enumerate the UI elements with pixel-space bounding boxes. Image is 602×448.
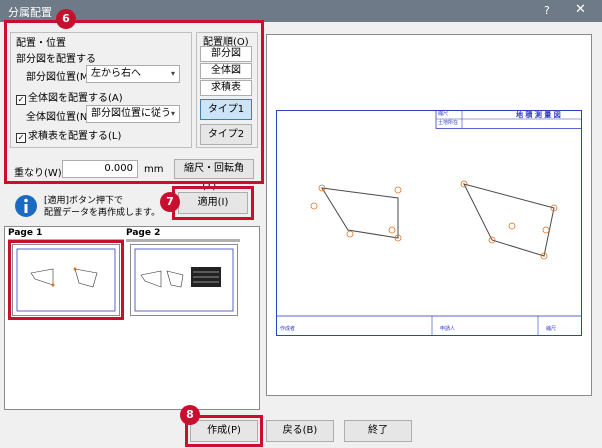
preview-footer-cell-3: 縮尺 <box>546 326 557 332</box>
title-bar: 分属配置 ? ✕ <box>0 0 602 22</box>
badge-6: 6 <box>56 9 76 29</box>
page-2-thumbnail[interactable] <box>130 244 238 316</box>
preview-header-cell-1: 縮尺 <box>438 111 449 117</box>
highlight-frame-7 <box>172 186 254 220</box>
preview-title: 地 積 測 量 図 <box>516 111 561 119</box>
help-button[interactable]: ? <box>544 4 550 17</box>
preview-header-cell-2: 土地所在 <box>438 120 459 126</box>
info-line-2: 配置データを再作成します。 <box>44 208 161 218</box>
preview-footer-cell-1: 作成者 <box>280 326 296 332</box>
page-1-label[interactable]: Page 1 <box>8 228 42 238</box>
highlight-page-1 <box>8 240 124 320</box>
close-button[interactable]: ✕ <box>575 2 586 17</box>
back-button[interactable]: 戻る(B) <box>266 420 334 442</box>
info-icon <box>15 195 37 217</box>
end-button[interactable]: 終了 <box>344 420 412 442</box>
preview-footer-cell-2: 申請人 <box>440 326 456 332</box>
badge-7: 7 <box>160 192 180 212</box>
page-2-drawing <box>134 248 234 312</box>
page-2-tab <box>126 239 240 242</box>
preview-drawing <box>276 110 582 336</box>
page-2-label[interactable]: Page 2 <box>126 228 160 238</box>
window-title: 分属配置 <box>8 6 52 19</box>
badge-8: 8 <box>180 405 200 425</box>
highlight-frame-6 <box>4 20 264 184</box>
